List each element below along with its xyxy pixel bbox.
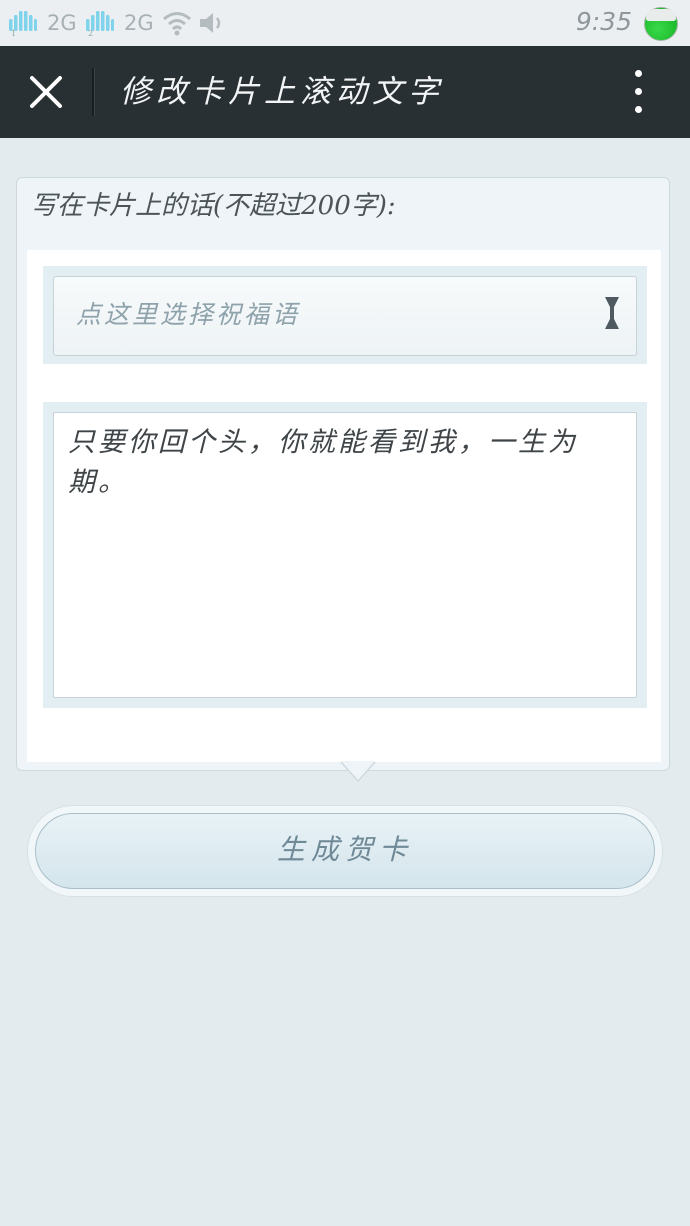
battery-icon (644, 7, 678, 41)
status-time: 9:35 (575, 7, 632, 36)
panel-pointer (340, 761, 376, 782)
sim2-network-label: 2G (124, 11, 154, 35)
close-icon (30, 76, 62, 108)
message-textarea-wrapper: 只要你回个头，你就能看到我，一生为期。 (43, 402, 647, 708)
app-bar-divider (92, 68, 95, 116)
generate-button-frame: 生成贺卡 (27, 805, 663, 897)
blessing-select-wrapper: 点这里选择祝福语 (43, 266, 647, 364)
svg-text:2: 2 (88, 29, 93, 37)
svg-text:1: 1 (11, 29, 16, 37)
wifi-icon (163, 12, 191, 36)
message-textarea[interactable]: 只要你回个头，你就能看到我，一生为期。 (53, 412, 637, 698)
dropdown-arrow-icon (605, 297, 619, 329)
blessing-select[interactable]: 点这里选择祝福语 (53, 276, 637, 356)
close-button[interactable] (16, 62, 76, 122)
message-panel: 写在卡片上的话(不超过200字): 点这里选择祝福语 只要你回个头，你就能看到我… (16, 177, 670, 771)
sim1-network-label: 2G (47, 11, 77, 35)
message-label: 写在卡片上的话(不超过200字): (31, 191, 396, 221)
signal-sim2-icon: 2 (86, 11, 114, 37)
blessing-select-placeholder: 点这里选择祝福语 (76, 300, 301, 329)
speaker-icon (200, 13, 221, 33)
signal-sim1-icon: 1 (9, 11, 37, 37)
page-title: 修改卡片上滚动文字 (120, 74, 444, 110)
app-bar: 修改卡片上滚动文字 (0, 46, 690, 138)
generate-card-button[interactable]: 生成贺卡 (35, 813, 655, 889)
status-bar: 1 2G 2 2G 9:35 (0, 0, 690, 46)
more-options-button[interactable] (626, 66, 650, 118)
panel-content: 点这里选择祝福语 只要你回个头，你就能看到我，一生为期。 (27, 250, 661, 762)
